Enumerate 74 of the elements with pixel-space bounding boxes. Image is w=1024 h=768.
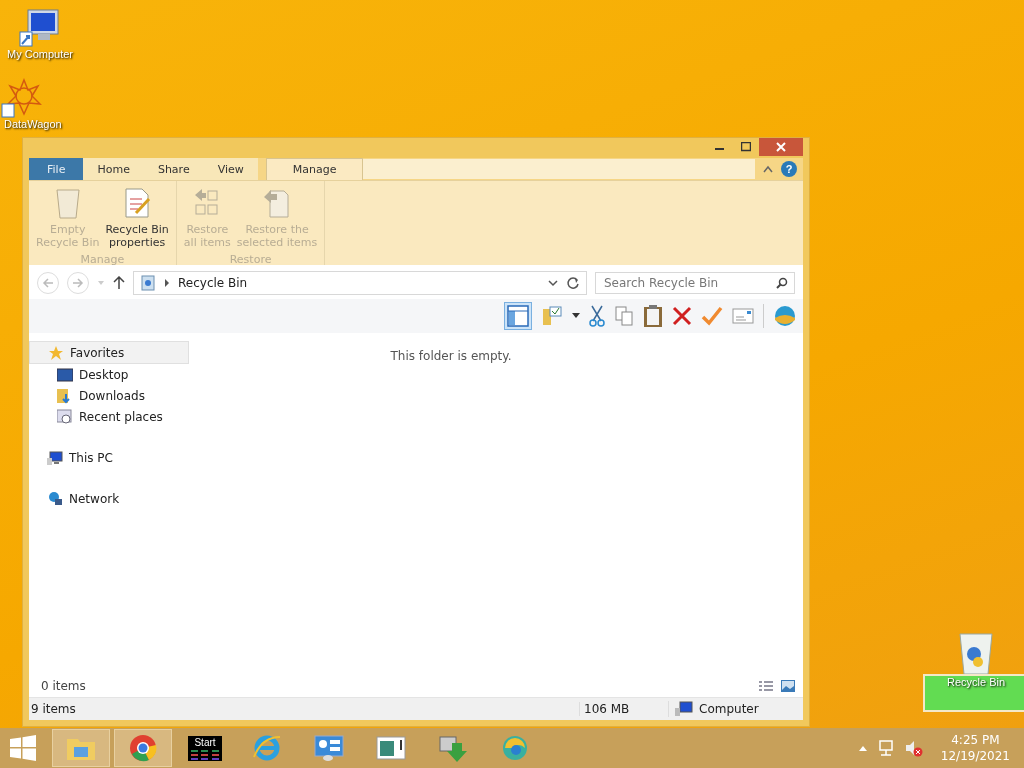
dropdown-caret-icon[interactable] [548, 279, 558, 287]
status-item-count: 9 items [30, 702, 77, 716]
item-count: 0 items [41, 679, 86, 693]
recent-places-icon [57, 408, 73, 425]
taskbar-app[interactable]: Start [176, 729, 234, 767]
ribbon-tab[interactable]: Manage [265, 158, 364, 180]
copy-icon[interactable] [614, 305, 634, 327]
document-pencil-icon [122, 187, 153, 219]
collapse-caret-icon[interactable] [763, 165, 773, 173]
e-logo-icon [252, 733, 282, 763]
control-panel-icon [314, 734, 344, 762]
show-hidden-icons-caret[interactable] [858, 745, 867, 751]
maximize-icon [741, 142, 751, 152]
computer-icon [47, 449, 63, 466]
preview-pane-icon [507, 305, 529, 327]
close-button[interactable] [759, 138, 803, 156]
sunburst-icon[interactable] [0, 78, 44, 118]
recycle-bin-icon [140, 275, 156, 291]
globe-icon[interactable] [773, 304, 797, 328]
recycle-bin-icon[interactable] [956, 630, 996, 676]
nav-item[interactable]: This PC [29, 447, 189, 468]
checkmark-icon[interactable] [701, 306, 723, 326]
chrome-icon [129, 734, 157, 762]
download-arrow-icon [438, 733, 468, 763]
address-text: Recycle Bin [178, 276, 248, 290]
color-lines-icon [190, 747, 220, 760]
refresh-icon[interactable] [566, 276, 580, 290]
nav-item[interactable]: Network [29, 488, 189, 509]
envelope-icon[interactable] [732, 307, 754, 325]
forward-arrow-icon [72, 278, 84, 288]
empty-folder-message: This folder is empty. [390, 349, 512, 365]
clipboard-icon[interactable] [643, 304, 663, 328]
search-field[interactable]: Search Recycle Bin [595, 272, 795, 294]
back-arrow-icon [42, 278, 54, 288]
delete-x-icon[interactable] [672, 306, 692, 326]
taskbar-app[interactable] [114, 729, 172, 767]
ribbon-tab[interactable]: File [29, 158, 84, 180]
taskbar-app[interactable] [52, 729, 110, 767]
help-icon[interactable]: ? [781, 161, 797, 177]
network-icon[interactable] [876, 739, 895, 757]
address-bar[interactable]: Recycle Bin [133, 271, 587, 295]
star-icon [48, 344, 64, 361]
document-window-icon [376, 735, 406, 761]
ribbon-command[interactable]: Recycle Bin properties [102, 183, 172, 253]
folder-download-icon [57, 387, 73, 404]
windows-logo-icon[interactable] [10, 735, 36, 761]
swirl-logo-icon [501, 734, 529, 762]
nav-item[interactable]: Recent places [29, 406, 189, 427]
close-icon [776, 142, 786, 152]
computer-icon [675, 701, 693, 717]
ribbon-tab[interactable]: Home [83, 158, 144, 180]
status-zone: Computer [699, 702, 759, 716]
ribbon-group-label: Restore [228, 253, 273, 268]
nav-item[interactable]: Downloads [29, 385, 189, 406]
up-arrow-icon[interactable] [113, 276, 125, 290]
ribbon-group-label: Manage [79, 253, 126, 268]
muted-speaker-icon[interactable] [904, 739, 923, 757]
status-size: 106 MB [579, 702, 668, 716]
nav-item[interactable]: Favorites [29, 341, 189, 364]
dropdown-caret-icon[interactable] [572, 313, 580, 319]
nav-item[interactable]: Desktop [29, 364, 189, 385]
computer-icon[interactable] [18, 8, 62, 48]
ribbon-tab[interactable]: View [203, 158, 258, 180]
thumbnail-view-icon[interactable] [781, 680, 795, 692]
details-view-icon[interactable] [759, 680, 773, 692]
ribbon-tab[interactable]: Share [143, 158, 204, 180]
network-icon [47, 490, 63, 507]
desktop-icon [57, 367, 73, 382]
search-icon [776, 277, 788, 289]
start-app-tile: Start [188, 735, 222, 761]
layout-pane-button[interactable] [504, 302, 532, 330]
folder-check-icon[interactable] [541, 305, 563, 327]
scissors-icon[interactable] [589, 305, 605, 327]
breadcrumb-arrow-icon [164, 279, 170, 287]
